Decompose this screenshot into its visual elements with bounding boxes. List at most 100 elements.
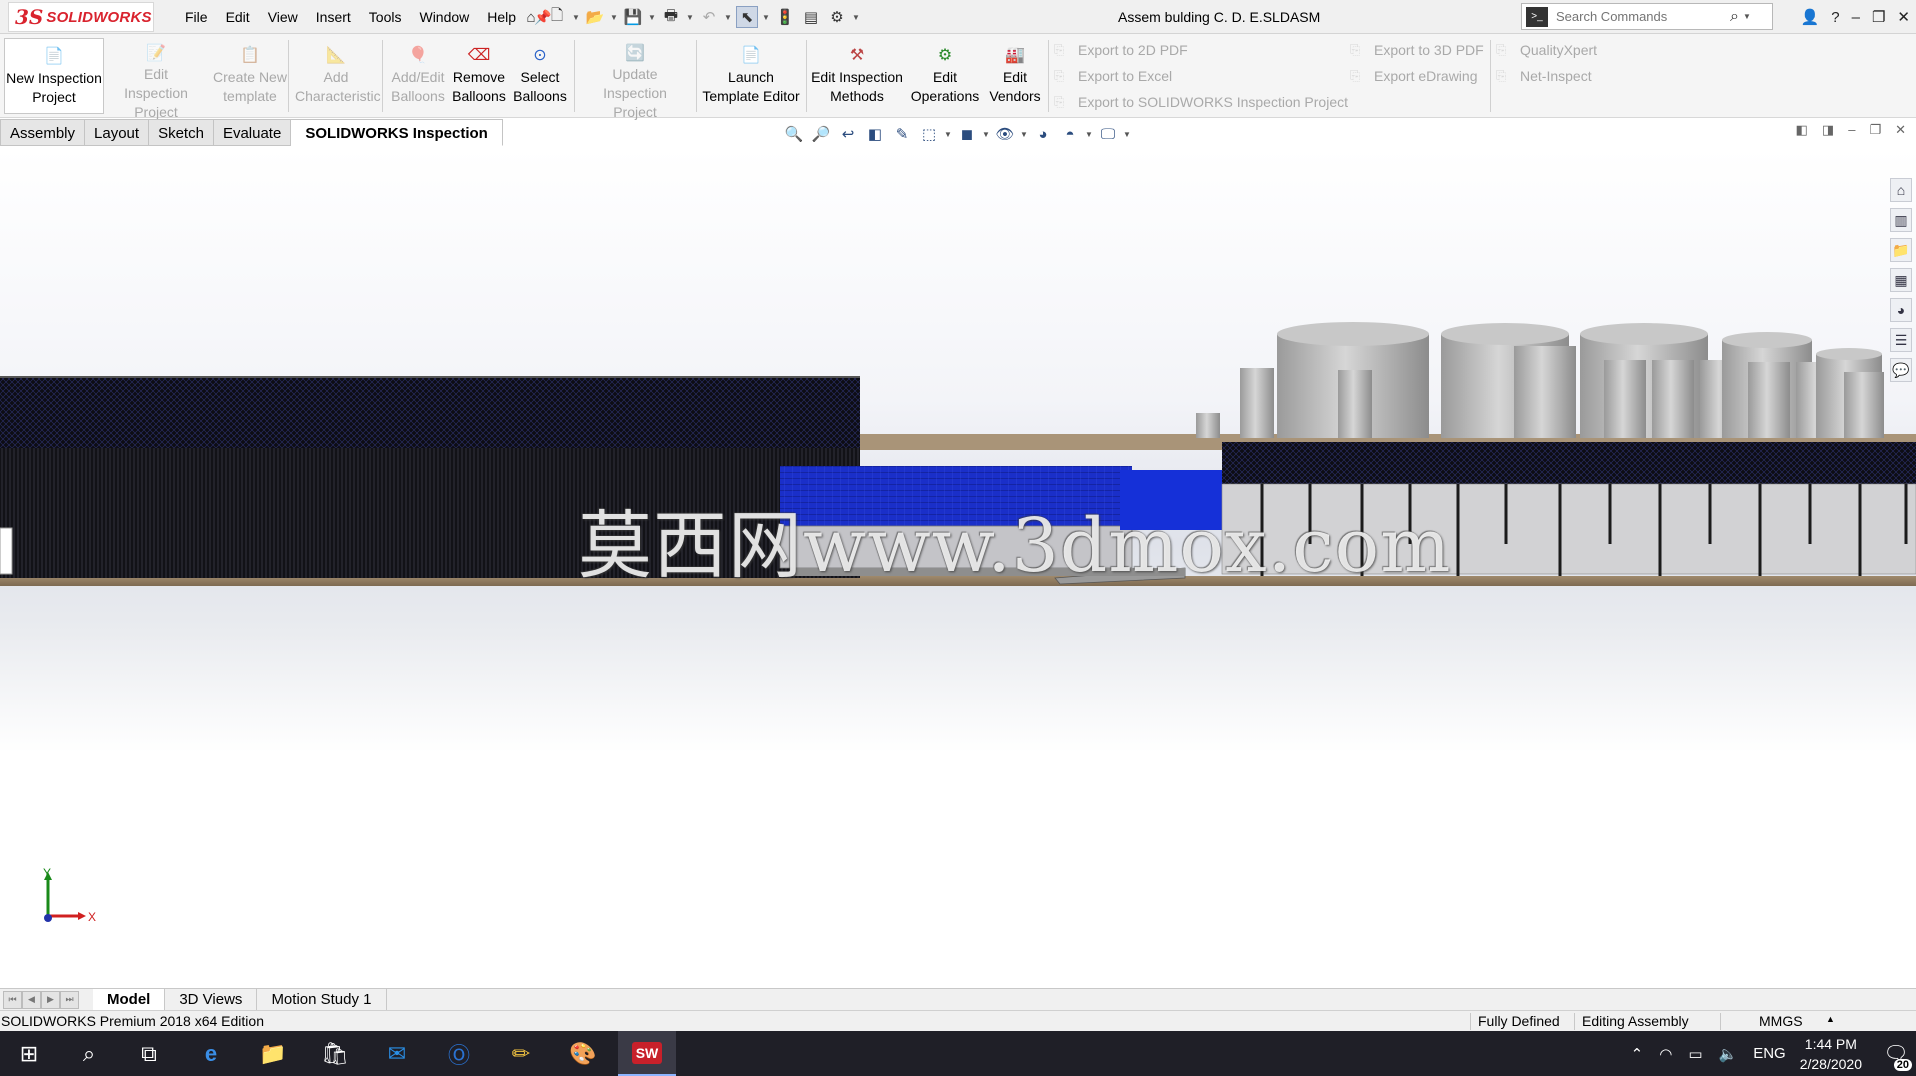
chevron-down-icon[interactable]: ▼	[982, 130, 990, 139]
store-icon[interactable]: 🛍	[306, 1031, 364, 1076]
select-cursor-icon[interactable]: ⬉	[736, 6, 758, 28]
doc-restore-icon[interactable]: ❐	[1869, 122, 1881, 138]
add-edit-balloons-button[interactable]: 🎈 Add/Edit Balloons	[388, 38, 448, 114]
design-library-icon[interactable]: ▥	[1890, 208, 1912, 232]
previous-view-icon[interactable]: ↩	[836, 123, 860, 145]
rebuild-icon[interactable]: 🚦	[774, 6, 796, 28]
chevron-up-icon[interactable]: ⌃	[1631, 1045, 1644, 1063]
display-style-icon[interactable]: ◼	[955, 123, 979, 145]
menu-file[interactable]: File	[176, 9, 217, 25]
remove-balloons-button[interactable]: ⌫ Remove Balloons	[450, 38, 508, 114]
tab-layout[interactable]: Layout	[85, 119, 150, 146]
close-icon[interactable]: ✕	[1897, 8, 1910, 26]
file-explorer-icon[interactable]: 📁	[1890, 238, 1912, 262]
prev-tab-icon[interactable]: ◀	[22, 990, 41, 1009]
search-icon[interactable]: ⌕	[60, 1031, 118, 1076]
chevron-down-icon[interactable]: ▼	[572, 13, 580, 22]
export-sw-inspection-button[interactable]: ⎘ Export to SOLIDWORKS Inspection Project	[1054, 94, 1348, 110]
new-document-icon[interactable]: 🗋	[546, 6, 568, 28]
qualityxpert-button[interactable]: ⎘ QualityXpert	[1496, 42, 1597, 58]
menu-window[interactable]: Window	[410, 9, 478, 25]
forum-icon[interactable]: 💬	[1890, 358, 1912, 382]
battery-icon[interactable]: ▭	[1688, 1045, 1702, 1063]
zoom-to-fit-icon[interactable]: 🔍	[782, 123, 806, 145]
edit-operations-button[interactable]: ⚙ Edit Operations	[908, 38, 982, 114]
file-explorer-icon[interactable]: 📁	[244, 1031, 302, 1076]
menu-view[interactable]: View	[259, 9, 307, 25]
file-properties-icon[interactable]: ▤	[800, 6, 822, 28]
first-tab-icon[interactable]: ⏮	[3, 990, 22, 1009]
language-indicator[interactable]: ENG	[1753, 1045, 1786, 1062]
paint-app-icon[interactable]: 🎨	[554, 1031, 612, 1076]
select-balloons-button[interactable]: ⊙ Select Balloons	[512, 38, 568, 114]
home-icon[interactable]: ⌂	[520, 6, 542, 28]
hide-show-items-icon[interactable]: 👁	[993, 123, 1017, 145]
export-3d-pdf-button[interactable]: ⎘ Export to 3D PDF	[1350, 42, 1484, 58]
export-excel-button[interactable]: ⎘ Export to Excel	[1054, 68, 1172, 84]
menu-tools[interactable]: Tools	[360, 9, 411, 25]
last-tab-icon[interactable]: ⏭	[60, 990, 79, 1009]
dynamic-annotation-icon[interactable]: ✎	[890, 123, 914, 145]
minimize-icon[interactable]: –	[1852, 9, 1860, 26]
chevron-down-icon[interactable]: ▼	[724, 13, 732, 22]
apply-scene-icon[interactable]: ◓	[1058, 123, 1082, 145]
chevron-down-icon[interactable]: ▼	[686, 13, 694, 22]
notification-center-icon[interactable]: 🗨 20	[1876, 1031, 1916, 1076]
graphics-area[interactable]: 莫西网www.3dmox.com ⌂ ▥ 📁 ▦ ◕ ☰ 💬 X Y	[0, 148, 1916, 988]
view-orientation-icon[interactable]: ⬚	[917, 123, 941, 145]
expand-panel-icon[interactable]: ◨	[1822, 122, 1834, 138]
chevron-down-icon[interactable]: ▼	[1123, 130, 1131, 139]
tab-sketch[interactable]: Sketch	[149, 119, 214, 146]
open-folder-icon[interactable]: 📂	[584, 6, 606, 28]
new-inspection-project-button[interactable]: 📄 New Inspection Project	[4, 38, 104, 114]
chevron-down-icon[interactable]: ▼	[852, 13, 860, 22]
search-input[interactable]	[1556, 9, 1726, 24]
outlook-icon[interactable]: Ⓞ	[430, 1031, 488, 1076]
chevron-down-icon[interactable]: ▼	[1020, 130, 1028, 139]
export-edrawing-button[interactable]: ⎘ Export eDrawing	[1350, 68, 1478, 84]
pen-app-icon[interactable]: ✏	[492, 1031, 550, 1076]
add-characteristic-button[interactable]: 📐 Add Characteristic	[294, 38, 381, 114]
chevron-down-icon[interactable]: ▼	[762, 13, 770, 22]
view-palette-icon[interactable]: ▦	[1890, 268, 1912, 292]
tab-evaluate[interactable]: Evaluate	[213, 119, 292, 146]
launch-template-editor-button[interactable]: 📄 Launch Template Editor	[700, 38, 802, 114]
update-inspection-project-button[interactable]: 🔄 Update Inspection Project	[578, 38, 692, 120]
custom-properties-icon[interactable]: ☰	[1890, 328, 1912, 352]
tab-solidworks-inspection[interactable]: SOLIDWORKS Inspection	[291, 119, 503, 146]
menu-insert[interactable]: Insert	[307, 9, 360, 25]
solidworks-resources-icon[interactable]: ⌂	[1890, 178, 1912, 202]
chevron-down-icon[interactable]: ▼	[1743, 12, 1751, 21]
collapse-panel-icon[interactable]: ◧	[1796, 122, 1808, 138]
volume-icon[interactable]: 🔈	[1719, 1045, 1738, 1063]
tab-assembly[interactable]: Assembly	[0, 119, 86, 146]
view-settings-icon[interactable]: 🖵	[1096, 123, 1120, 145]
section-view-icon[interactable]: ◧	[863, 123, 887, 145]
windows-start-icon[interactable]: ⊞	[0, 1031, 58, 1076]
edit-inspection-methods-button[interactable]: ⚒ Edit Inspection Methods	[808, 38, 906, 114]
search-box[interactable]: >_ ⌕ ▼	[1521, 3, 1773, 30]
clock[interactable]: 1:44 PM 2/28/2020	[1800, 1034, 1862, 1074]
tab-model[interactable]: Model	[93, 988, 166, 1011]
help-icon[interactable]: ?	[1831, 9, 1839, 26]
solidworks-logo[interactable]: 3S SOLIDWORKS	[8, 2, 154, 32]
restore-icon[interactable]: ❐	[1872, 8, 1885, 26]
mail-icon[interactable]: ✉	[368, 1031, 426, 1076]
tab-motion-study-1[interactable]: Motion Study 1	[257, 988, 387, 1011]
print-icon[interactable]: 🖶	[660, 6, 682, 28]
wifi-icon[interactable]: ◠	[1659, 1045, 1672, 1063]
appearances-icon[interactable]: ◕	[1890, 298, 1912, 322]
edit-appearance-icon[interactable]: ◕	[1031, 123, 1055, 145]
unit-system[interactable]: MMGS	[1759, 1013, 1803, 1029]
chevron-up-icon[interactable]: ▲	[1826, 1014, 1835, 1024]
tab-3d-views[interactable]: 3D Views	[165, 988, 258, 1011]
undo-icon[interactable]: ↶	[698, 6, 720, 28]
chevron-down-icon[interactable]: ▼	[648, 13, 656, 22]
edit-inspection-project-button[interactable]: 📝 Edit Inspection Project	[108, 38, 204, 120]
chevron-down-icon[interactable]: ▼	[1085, 130, 1093, 139]
chevron-down-icon[interactable]: ▼	[610, 13, 618, 22]
doc-minimize-icon[interactable]: –	[1848, 122, 1855, 138]
export-2d-pdf-button[interactable]: ⎘ Export to 2D PDF	[1054, 42, 1188, 58]
zoom-to-area-icon[interactable]: 🔎	[809, 123, 833, 145]
menu-help[interactable]: Help	[478, 9, 525, 25]
